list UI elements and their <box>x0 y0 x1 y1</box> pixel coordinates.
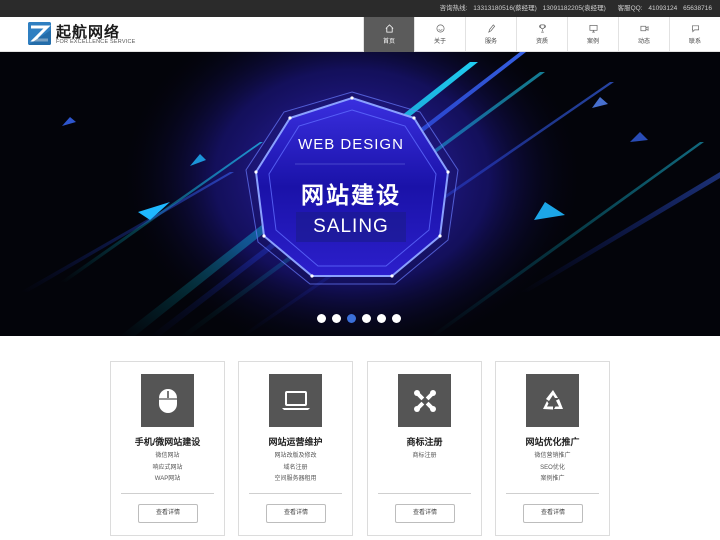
slider-dot[interactable] <box>362 314 371 323</box>
pen-icon <box>487 24 495 33</box>
joomla-icon <box>398 374 451 427</box>
service-card-maintenance: 网站运营维护 网站改版及修改 域名注册 空间服务器租用 查看详情 <box>238 361 353 536</box>
nav-item-home[interactable]: 首页 <box>363 17 414 52</box>
service-list: 网站改版及修改 域名注册 空间服务器租用 <box>239 451 352 486</box>
nav-item-services[interactable]: 服务 <box>465 17 516 52</box>
nav-item-label: 关于 <box>433 39 446 45</box>
service-title: 商标注册 <box>406 437 443 447</box>
nav-item-contact[interactable]: 联系 <box>669 17 720 52</box>
nav-item-label: 资质 <box>535 39 548 45</box>
slider-dot[interactable] <box>317 314 326 323</box>
hero-banner[interactable]: WEB DESIGN 网站建设 SALING <box>0 52 720 336</box>
card-divider <box>506 493 599 494</box>
trophy-icon <box>538 24 546 33</box>
service-title: 网站优化推广 <box>525 437 580 447</box>
card-divider <box>121 493 214 494</box>
top-info-bar: 咨询热线: 13313180516(蔡经理) 13091182205(袁经理) … <box>0 0 720 17</box>
service-list-item: WAP网站 <box>154 476 181 482</box>
chat-icon <box>691 25 699 33</box>
slider-dot[interactable] <box>332 314 341 323</box>
service-list-item: 网站改版及修改 <box>274 453 317 459</box>
view-details-button[interactable]: 查看详情 <box>523 504 583 523</box>
recycle-icon <box>526 374 579 427</box>
nav-item-about[interactable]: 关于 <box>414 17 465 52</box>
logo-subtitle: FOR EXCELLENCE SERVICE <box>56 39 136 45</box>
service-list: 微信营销推广 SEO优化 案例推广 <box>496 451 609 486</box>
qq-number-2: 65638716 <box>683 5 712 12</box>
site-header: 起航网络 FOR EXCELLENCE SERVICE 首页 关于 服务 资质 … <box>0 17 720 52</box>
hotline-label: 咨询热线: <box>439 5 468 12</box>
service-card-mobile: 手机/微网站建设 微信网站 响应式网站 WAP网站 查看详情 <box>110 361 225 536</box>
view-details-button[interactable]: 查看详情 <box>395 504 455 523</box>
service-list-item: 案例推广 <box>540 476 565 482</box>
service-title: 手机/微网站建设 <box>134 437 201 447</box>
nav-item-label: 动态 <box>637 39 650 45</box>
slider-dot[interactable] <box>377 314 386 323</box>
smile-icon <box>436 24 444 33</box>
video-icon <box>640 25 648 32</box>
view-details-button[interactable]: 查看详情 <box>138 504 198 523</box>
service-list-item: 商标注册 <box>412 453 437 459</box>
nav-item-cases[interactable]: 案例 <box>567 17 618 52</box>
nav-item-label: 案例 <box>586 39 599 45</box>
contact-info: 咨询热线: 13313180516(蔡经理) 13091182205(袁经理) … <box>436 0 712 17</box>
nav-item-label: 联系 <box>688 39 701 45</box>
service-title: 网站运营维护 <box>268 437 323 447</box>
phone-contact-2: (袁经理) <box>581 5 606 12</box>
logo-mark-icon <box>28 22 51 45</box>
service-list-item: 空间服务器租用 <box>274 476 317 482</box>
main-nav: 首页 关于 服务 资质 案例 动态 联系 <box>363 17 720 52</box>
slider-dot[interactable] <box>392 314 401 323</box>
view-details-button[interactable]: 查看详情 <box>266 504 326 523</box>
service-list-item: 微信网站 <box>155 453 180 459</box>
nav-item-qualifications[interactable]: 资质 <box>516 17 567 52</box>
services-section: 手机/微网站建设 微信网站 响应式网站 WAP网站 查看详情 网站运营维护 网站… <box>110 361 610 536</box>
card-divider <box>249 493 342 494</box>
site-logo[interactable]: 起航网络 FOR EXCELLENCE SERVICE <box>28 22 148 48</box>
slider-pagination <box>317 314 407 323</box>
phone-contact-1: (蔡经理) <box>513 5 537 12</box>
service-list: 微信网站 响应式网站 WAP网站 <box>111 451 224 486</box>
laptop-icon <box>269 374 322 427</box>
monitor-icon <box>589 24 597 33</box>
service-card-trademark: 商标注册 商标注册 查看详情 <box>367 361 482 536</box>
service-card-seo: 网站优化推广 微信营销推广 SEO优化 案例推广 查看详情 <box>495 361 610 536</box>
service-list-item: 响应式网站 <box>152 464 183 471</box>
service-list: 商标注册 <box>368 451 481 463</box>
slider-dot-active[interactable] <box>347 314 356 323</box>
mouse-icon <box>141 374 194 427</box>
service-list-item: 微信营销推广 <box>534 453 571 459</box>
home-icon <box>385 24 393 33</box>
service-list-item: 域名注册 <box>283 464 308 471</box>
banner-headline-en: WEB DESIGN <box>298 136 404 153</box>
nav-item-label: 服务 <box>484 39 497 45</box>
nav-item-label: 首页 <box>382 39 395 45</box>
service-list-item: SEO优化 <box>540 464 565 471</box>
phone-number-2: 13091182205 <box>542 5 582 12</box>
banner-headline-cn: 网站建设 <box>301 183 401 209</box>
qq-label: 客服QQ: <box>617 5 643 12</box>
phone-number-1: 13313180516 <box>473 5 513 12</box>
qq-number-1: 41093124 <box>648 5 678 12</box>
banner-tagline: SALING <box>313 216 389 237</box>
card-divider <box>378 493 471 494</box>
nav-item-news[interactable]: 动态 <box>618 17 669 52</box>
